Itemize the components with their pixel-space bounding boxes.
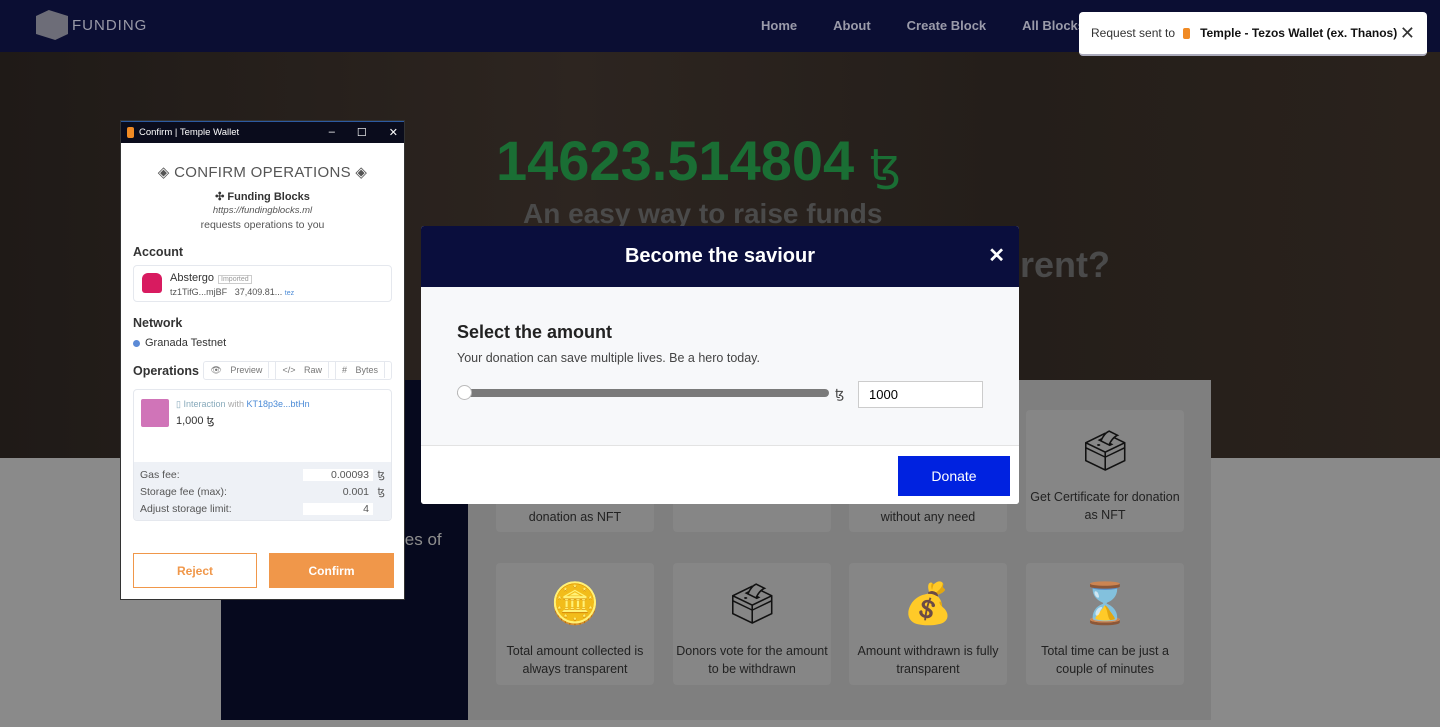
storage-fee-label: Storage fee (max): (140, 485, 227, 498)
operation-preview: ▯ Interaction with KT18p3e...btHn 1,000 … (133, 389, 392, 521)
logo-text: FUNDING (72, 16, 148, 34)
window-titlebar: Confirm | Temple Wallet – ☐ ✕ (121, 121, 404, 143)
logo[interactable]: FUNDING (36, 10, 147, 40)
operations-label: Operations (133, 363, 199, 378)
feature-card: 🗳 Donors vote for the amount to be withdr… (673, 563, 831, 685)
network-name: Granada Testnet (145, 337, 227, 349)
gas-fee-input[interactable]: 0.00093 (303, 468, 373, 481)
amount-heading: Select the amount (457, 322, 613, 342)
tagline-2: rent? (1020, 244, 1110, 285)
imported-badge: Imported (218, 275, 252, 284)
hourglass-icon: ⌛ (1080, 582, 1130, 626)
close-icon[interactable]: ✕ (389, 126, 398, 139)
amount-slider[interactable] (457, 385, 829, 400)
network-dot-icon (133, 339, 140, 347)
logo-icon (36, 10, 68, 40)
reject-button[interactable]: Reject (133, 553, 257, 588)
temple-wallet-window: Confirm | Temple Wallet – ☐ ✕ ◈ CONFIRM OP… (120, 120, 405, 600)
account-label: Account (133, 245, 183, 259)
minimize-icon[interactable]: – (329, 126, 335, 139)
contract-link[interactable]: KT18p3e...btHn (247, 399, 310, 409)
feature-card: 🗳 Get Certificate for donation as NFT (1026, 410, 1184, 532)
close-icon[interactable]: ✕ (988, 226, 1005, 287)
slider-thumb[interactable] (457, 385, 472, 400)
panel-text: ies of (401, 530, 442, 549)
close-icon[interactable]: ✕ (1400, 23, 1415, 44)
tab-preview[interactable]: 👁 Preview (204, 362, 277, 379)
window-title: Confirm | Temple Wallet (139, 127, 240, 138)
avatar (142, 273, 162, 293)
nav-create-block[interactable]: Create Block (907, 18, 986, 33)
donate-modal: Become the saviour ✕ Select the amount Yo… (421, 226, 1019, 504)
confirm-button[interactable]: Confirm (269, 553, 394, 588)
fund-coins-icon: 🪙 (550, 582, 600, 626)
feature-card: 🪙 Total amount collected is always transp… (496, 563, 654, 685)
feature-card: 💰 Amount withdrawn is fully transparent (849, 563, 1007, 685)
storage-limit-label: Adjust storage limit: (140, 502, 232, 515)
amount-input[interactable] (858, 381, 983, 408)
modal-title: Become the saviour (624, 245, 816, 267)
tab-raw[interactable]: </> Raw (276, 362, 336, 379)
modal-header: Become the saviour ✕ (421, 226, 1019, 287)
account-balance: 37,409.81... (234, 287, 283, 297)
tez-icon: ꜩ (835, 386, 845, 401)
gas-fee-label: Gas fee: (140, 468, 180, 481)
nav-about[interactable]: About (833, 18, 871, 33)
dapp-url: https://fundingblocks.ml (212, 205, 313, 216)
dapp-name: ✣ Funding Blocks (215, 191, 310, 203)
maximize-icon[interactable]: ☐ (357, 126, 367, 139)
operation-amount: 1,000 ꜩ (176, 415, 215, 427)
storage-limit-input[interactable]: 4 (303, 502, 373, 515)
request-text: requests operations to you (200, 219, 325, 231)
feature-card: ⌛ Total time can be just a couple of minu… (1026, 563, 1184, 685)
account-card[interactable]: Abstergo Imported tz1TifG...mjBF 37,409.8… (133, 265, 392, 302)
vote-icon: 🗳 (1080, 429, 1131, 473)
request-toast: Request sent to Temple - Tezos Wallet (ex… (1079, 12, 1427, 56)
toast-text: Request sent to (1091, 26, 1176, 40)
contract-identicon (141, 399, 169, 427)
tab-bytes[interactable]: # Bytes (336, 362, 391, 379)
operation-type: ▯ Interaction with KT18p3e...btHn (176, 399, 310, 409)
vote-icon: 🗳 (727, 582, 778, 626)
temple-icon (1183, 27, 1191, 39)
nav-home[interactable]: Home (761, 18, 797, 33)
temple-icon (127, 127, 134, 138)
toast-wallet: Temple - Tezos Wallet (ex. Thanos) (1200, 26, 1398, 40)
total-amount: 14623.514804 ꜩ (496, 129, 901, 192)
storage-fee-value: 0.001 (342, 485, 369, 498)
money-bag-gear-icon: 💰 (903, 582, 953, 626)
account-name: Abstergo (170, 272, 215, 284)
donate-button[interactable]: Donate (898, 456, 1010, 496)
network-label: Network (133, 316, 183, 330)
nav-all-blocks[interactable]: All Blocks (1022, 18, 1085, 33)
confirm-heading: ◈ CONFIRM OPERATIONS ◈ (157, 164, 368, 181)
amount-subtitle: Your donation can save multiple lives. B… (457, 351, 760, 365)
account-address: tz1TifG...mjBF (170, 287, 228, 297)
